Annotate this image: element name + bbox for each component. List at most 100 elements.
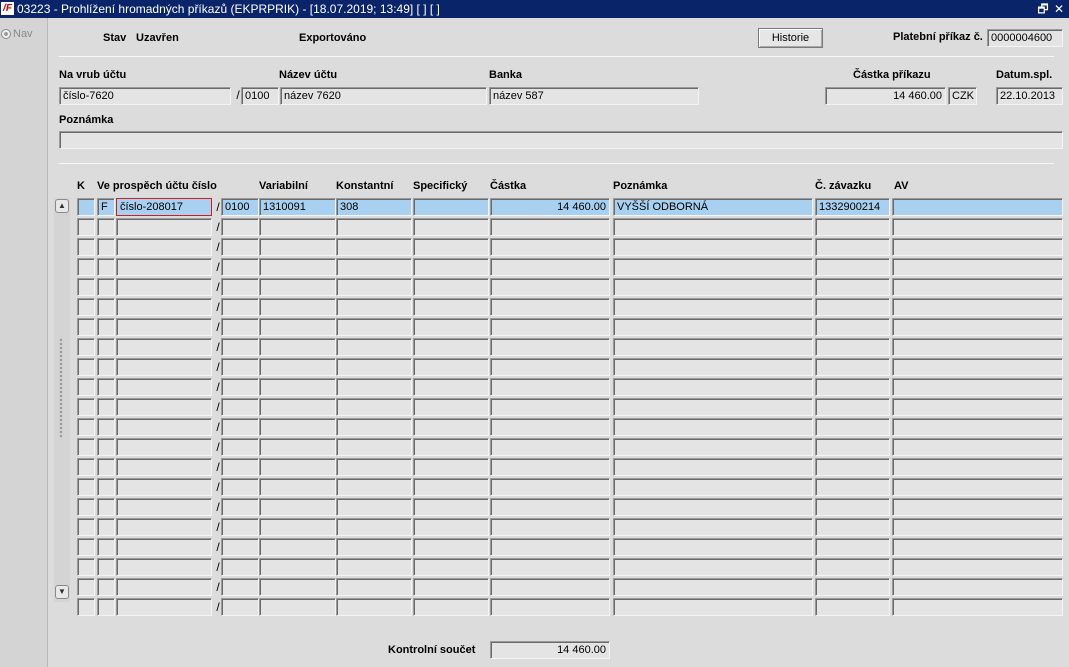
cell-castka[interactable] (490, 478, 610, 496)
cell-poznamka[interactable] (613, 338, 813, 356)
cell-av[interactable] (892, 418, 1063, 436)
cell-poznamka[interactable] (613, 518, 813, 536)
cell-k[interactable] (77, 218, 95, 236)
cell-bank[interactable] (221, 598, 259, 616)
cell-specificky[interactable] (413, 358, 489, 376)
cell-poznamka[interactable] (613, 378, 813, 396)
cell-bank[interactable] (221, 358, 259, 376)
scroll-up-icon[interactable]: ▲ (55, 199, 69, 213)
cell-k[interactable] (77, 558, 95, 576)
cell-bank[interactable] (221, 438, 259, 456)
cell-f[interactable] (97, 238, 115, 256)
cell-ucet[interactable] (116, 538, 212, 556)
cell-f[interactable] (97, 478, 115, 496)
cell-konstantni[interactable] (336, 278, 412, 296)
cell-bank[interactable]: 0100 (221, 198, 259, 216)
cell-f[interactable] (97, 458, 115, 476)
cell-zavazek[interactable] (815, 258, 890, 276)
cell-av[interactable] (892, 378, 1063, 396)
cell-zavazek[interactable] (815, 538, 890, 556)
cell-ucet[interactable] (116, 398, 212, 416)
cell-ucet[interactable]: číslo-208017 (116, 198, 212, 216)
cell-poznamka[interactable] (613, 438, 813, 456)
cell-ucet[interactable] (116, 378, 212, 396)
cell-ucet[interactable] (116, 258, 212, 276)
cell-bank[interactable] (221, 518, 259, 536)
cell-f[interactable] (97, 378, 115, 396)
cell-castka[interactable] (490, 378, 610, 396)
cell-bank[interactable] (221, 218, 259, 236)
cell-k[interactable] (77, 478, 95, 496)
cell-av[interactable] (892, 298, 1063, 316)
cell-poznamka[interactable] (613, 318, 813, 336)
cell-zavazek[interactable] (815, 458, 890, 476)
cell-k[interactable] (77, 198, 95, 216)
cell-variabilni[interactable] (259, 378, 336, 396)
cell-castka[interactable] (490, 358, 610, 376)
cell-specificky[interactable] (413, 558, 489, 576)
cell-bank[interactable] (221, 498, 259, 516)
cell-k[interactable] (77, 278, 95, 296)
cell-zavazek[interactable] (815, 478, 890, 496)
cell-f[interactable] (97, 398, 115, 416)
cell-konstantni[interactable] (336, 518, 412, 536)
cell-f[interactable] (97, 258, 115, 276)
cell-zavazek[interactable] (815, 218, 890, 236)
cell-k[interactable] (77, 258, 95, 276)
cell-castka[interactable] (490, 258, 610, 276)
cell-poznamka[interactable] (613, 238, 813, 256)
cell-variabilni[interactable] (259, 398, 336, 416)
cell-f[interactable] (97, 218, 115, 236)
cell-specificky[interactable] (413, 298, 489, 316)
cell-bank[interactable] (221, 398, 259, 416)
cell-variabilni[interactable] (259, 598, 336, 616)
cell-variabilni[interactable]: 1310091 (259, 198, 336, 216)
datum-splatnosti-field[interactable]: 22.10.2013 (996, 87, 1063, 105)
cell-zavazek[interactable] (815, 278, 890, 296)
cell-k[interactable] (77, 418, 95, 436)
cell-k[interactable] (77, 398, 95, 416)
cell-ucet[interactable] (116, 518, 212, 536)
cell-variabilni[interactable] (259, 278, 336, 296)
cell-ucet[interactable] (116, 558, 212, 576)
cell-castka[interactable] (490, 498, 610, 516)
cell-specificky[interactable] (413, 218, 489, 236)
cell-castka[interactable] (490, 318, 610, 336)
cell-av[interactable] (892, 318, 1063, 336)
cell-ucet[interactable] (116, 578, 212, 596)
banka-field[interactable]: název 587 (489, 87, 699, 105)
close-window-icon[interactable]: ✕ (1052, 0, 1066, 18)
scroll-down-icon[interactable]: ▼ (55, 585, 69, 599)
cell-k[interactable] (77, 438, 95, 456)
cell-castka[interactable] (490, 418, 610, 436)
cell-castka[interactable]: 14 460.00 (490, 198, 610, 216)
cell-k[interactable] (77, 378, 95, 396)
cell-konstantni[interactable] (336, 318, 412, 336)
cell-konstantni[interactable]: 308 (336, 198, 412, 216)
cell-bank[interactable] (221, 418, 259, 436)
cell-bank[interactable] (221, 298, 259, 316)
cell-specificky[interactable] (413, 338, 489, 356)
cell-variabilni[interactable] (259, 258, 336, 276)
na-vrub-ucet-field[interactable]: číslo-7620 (59, 87, 231, 105)
cell-variabilni[interactable] (259, 218, 336, 236)
cell-zavazek[interactable] (815, 398, 890, 416)
cell-variabilni[interactable] (259, 358, 336, 376)
cell-av[interactable] (892, 218, 1063, 236)
cell-f[interactable] (97, 538, 115, 556)
cell-av[interactable] (892, 398, 1063, 416)
historie-button[interactable]: Historie (758, 28, 823, 48)
cell-ucet[interactable] (116, 298, 212, 316)
cell-specificky[interactable] (413, 498, 489, 516)
cell-av[interactable] (892, 598, 1063, 616)
cell-zavazek[interactable] (815, 298, 890, 316)
cell-castka[interactable] (490, 558, 610, 576)
cell-konstantni[interactable] (336, 478, 412, 496)
cell-castka[interactable] (490, 298, 610, 316)
cell-k[interactable] (77, 498, 95, 516)
cell-poznamka[interactable] (613, 598, 813, 616)
cell-specificky[interactable] (413, 478, 489, 496)
cell-av[interactable] (892, 478, 1063, 496)
cell-variabilni[interactable] (259, 498, 336, 516)
cell-bank[interactable] (221, 578, 259, 596)
